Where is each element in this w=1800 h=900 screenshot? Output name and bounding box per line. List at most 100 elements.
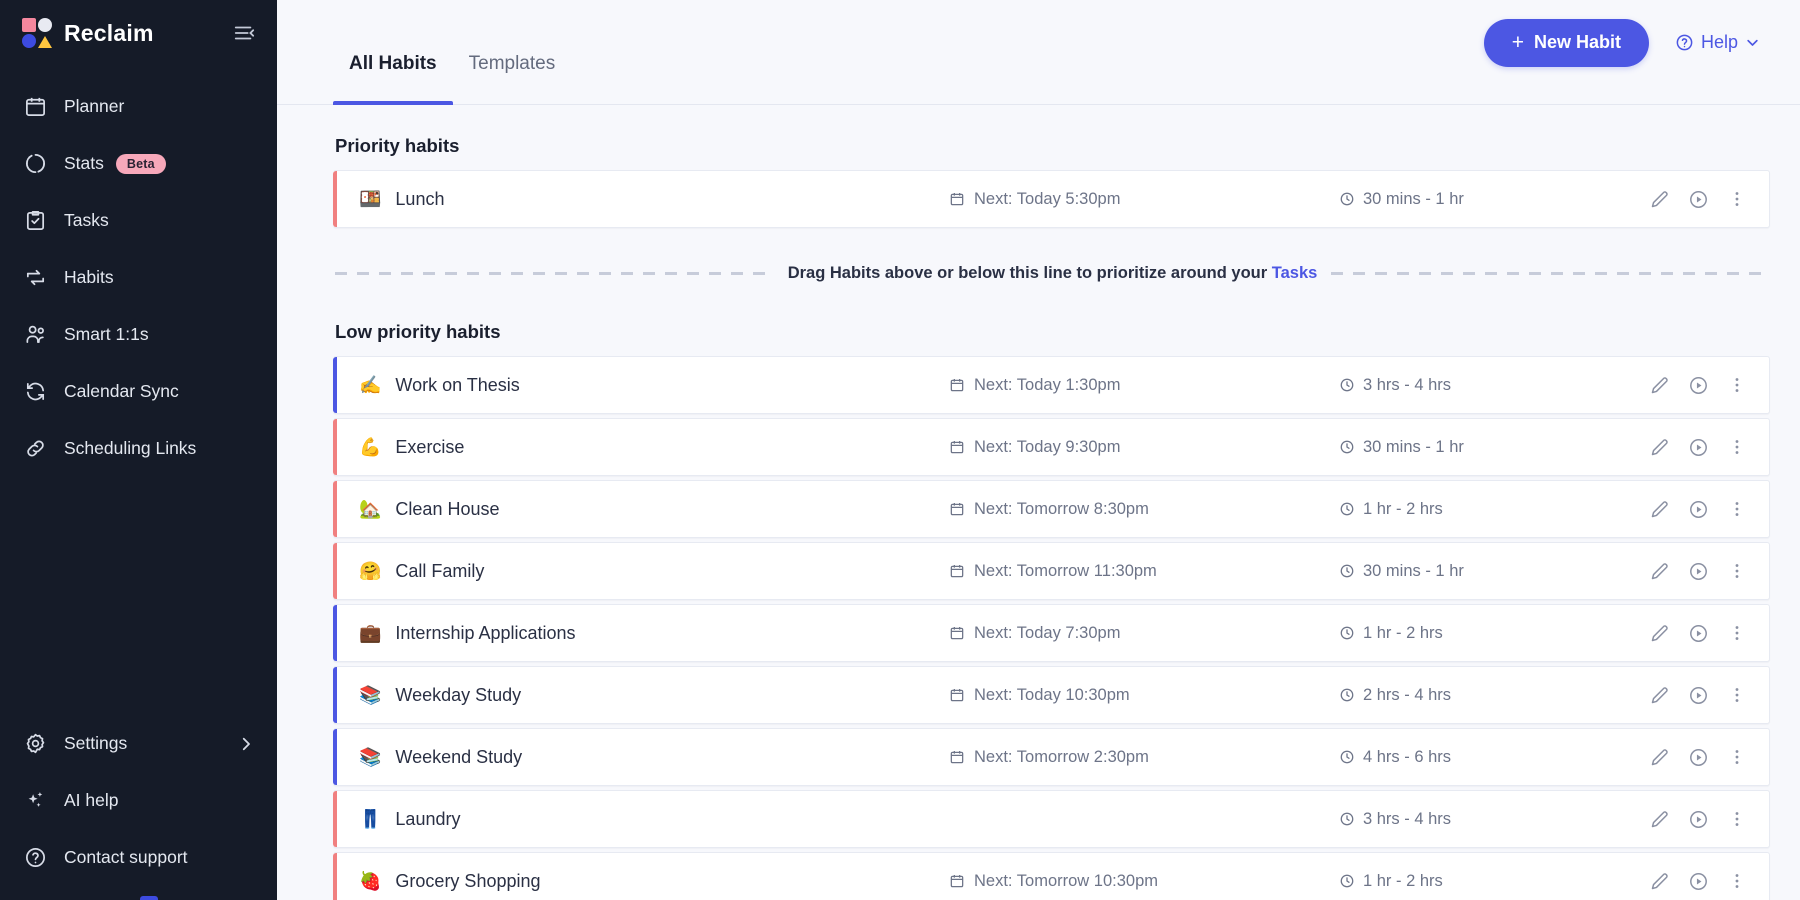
- sidebar-item-planner[interactable]: Planner: [0, 78, 277, 135]
- habit-row[interactable]: 🍓Grocery ShoppingNext: Tomorrow 10:30pm1…: [333, 852, 1770, 900]
- pencil-icon[interactable]: [1649, 809, 1670, 830]
- clock-icon: [1339, 191, 1355, 207]
- habit-next-text: Next: Today 10:30pm: [974, 686, 1130, 705]
- habit-name-cell: 📚Weekday Study: [337, 685, 949, 706]
- play-circle-icon[interactable]: [1688, 809, 1709, 830]
- pencil-icon[interactable]: [1649, 375, 1670, 396]
- clock-icon: [1339, 377, 1355, 393]
- pencil-icon[interactable]: [1649, 623, 1670, 644]
- sidebar-item-settings[interactable]: Settings: [0, 715, 277, 772]
- divider-tasks-link[interactable]: Tasks: [1272, 264, 1318, 282]
- habit-next-cell: Next: Today 9:30pm: [949, 438, 1339, 457]
- calendar-icon: [949, 873, 965, 889]
- habit-name-cell: 🍓Grocery Shopping: [337, 871, 949, 892]
- sidebar-item-stats[interactable]: Stats Beta: [0, 135, 277, 192]
- play-circle-icon[interactable]: [1688, 561, 1709, 582]
- habit-title: Exercise: [395, 437, 464, 458]
- new-habit-label: New Habit: [1534, 32, 1621, 53]
- sidebar-item-calendar-sync[interactable]: Calendar Sync: [0, 363, 277, 420]
- low-priority-section-title: Low priority habits: [335, 321, 1770, 343]
- calendar-icon: [949, 749, 965, 765]
- play-circle-icon[interactable]: [1688, 499, 1709, 520]
- habit-name-cell: 🍱Lunch: [337, 189, 949, 210]
- pencil-icon[interactable]: [1649, 561, 1670, 582]
- habit-title: Laundry: [395, 809, 460, 830]
- habit-row-actions: [1649, 623, 1769, 644]
- collapse-sidebar-icon[interactable]: [233, 22, 255, 44]
- pencil-icon[interactable]: [1649, 437, 1670, 458]
- calendar-icon: [949, 563, 965, 579]
- sidebar-item-label: Planner: [64, 96, 124, 117]
- habit-row[interactable]: 🍱LunchNext: Today 5:30pm30 mins - 1 hr: [333, 170, 1770, 228]
- habit-emoji-icon: 📚: [359, 748, 381, 766]
- question-circle-icon: [22, 845, 48, 871]
- more-vertical-icon[interactable]: [1727, 747, 1747, 767]
- habit-title: Call Family: [395, 561, 484, 582]
- habit-duration-cell: 1 hr - 2 hrs: [1339, 500, 1577, 519]
- habit-row[interactable]: 🏡Clean HouseNext: Tomorrow 8:30pm1 hr - …: [333, 480, 1770, 538]
- habit-duration-cell: 4 hrs - 6 hrs: [1339, 748, 1577, 767]
- habit-row-actions: [1649, 437, 1769, 458]
- habit-duration-cell: 3 hrs - 4 hrs: [1339, 810, 1577, 829]
- more-vertical-icon[interactable]: [1727, 375, 1747, 395]
- sync-icon: [22, 379, 48, 405]
- pencil-icon[interactable]: [1649, 499, 1670, 520]
- new-habit-button[interactable]: + New Habit: [1484, 19, 1649, 67]
- brand: Reclaim: [0, 4, 277, 62]
- more-vertical-icon[interactable]: [1727, 437, 1747, 457]
- more-vertical-icon[interactable]: [1727, 623, 1747, 643]
- tab-templates[interactable]: Templates: [453, 53, 572, 105]
- habit-emoji-icon: 🤗: [359, 562, 381, 580]
- clipboard-check-icon: [22, 208, 48, 234]
- sidebar-item-label: Habits: [64, 267, 114, 288]
- habit-row[interactable]: 🤗Call FamilyNext: Tomorrow 11:30pm30 min…: [333, 542, 1770, 600]
- sidebar-item-contact-support[interactable]: Contact support: [0, 829, 277, 886]
- play-circle-icon[interactable]: [1688, 871, 1709, 892]
- habit-emoji-icon: 🍱: [359, 190, 381, 208]
- habit-row[interactable]: 👖Laundry3 hrs - 4 hrs: [333, 790, 1770, 848]
- more-vertical-icon[interactable]: [1727, 499, 1747, 519]
- brand-name: Reclaim: [64, 20, 233, 47]
- topbar-actions: + New Habit Help: [1484, 0, 1760, 105]
- help-button[interactable]: Help: [1675, 32, 1760, 53]
- priority-habits-list: 🍱LunchNext: Today 5:30pm30 mins - 1 hr: [333, 170, 1770, 228]
- sidebar-item-smart-1-1s[interactable]: Smart 1:1s: [0, 306, 277, 363]
- more-vertical-icon[interactable]: [1727, 561, 1747, 581]
- pencil-icon[interactable]: [1649, 871, 1670, 892]
- habit-name-cell: ✍️Work on Thesis: [337, 375, 949, 396]
- sidebar-item-ai-help[interactable]: AI help: [0, 772, 277, 829]
- habit-next-text: Next: Tomorrow 10:30pm: [974, 872, 1158, 891]
- divider-text: Drag Habits above or below this line to …: [788, 264, 1318, 283]
- sidebar-item-label: Settings: [64, 733, 127, 754]
- habit-row[interactable]: 💼Internship ApplicationsNext: Today 7:30…: [333, 604, 1770, 662]
- play-circle-icon[interactable]: [1688, 375, 1709, 396]
- habit-row-actions: [1649, 499, 1769, 520]
- sidebar-item-tasks[interactable]: Tasks: [0, 192, 277, 249]
- tab-all-habits[interactable]: All Habits: [333, 53, 453, 105]
- play-circle-icon[interactable]: [1688, 189, 1709, 210]
- habit-row-actions: [1649, 375, 1769, 396]
- play-circle-icon[interactable]: [1688, 685, 1709, 706]
- pencil-icon[interactable]: [1649, 189, 1670, 210]
- pencil-icon[interactable]: [1649, 747, 1670, 768]
- habit-row[interactable]: 📚Weekend StudyNext: Tomorrow 2:30pm4 hrs…: [333, 728, 1770, 786]
- sidebar-item-habits[interactable]: Habits: [0, 249, 277, 306]
- play-circle-icon[interactable]: [1688, 623, 1709, 644]
- habit-title: Clean House: [395, 499, 499, 520]
- more-vertical-icon[interactable]: [1727, 809, 1747, 829]
- more-vertical-icon[interactable]: [1727, 685, 1747, 705]
- more-vertical-icon[interactable]: [1727, 871, 1747, 891]
- more-vertical-icon[interactable]: [1727, 189, 1747, 209]
- play-circle-icon[interactable]: [1688, 437, 1709, 458]
- habit-row[interactable]: 💪ExerciseNext: Today 9:30pm30 mins - 1 h…: [333, 418, 1770, 476]
- sidebar-item-label: Scheduling Links: [64, 438, 196, 459]
- habit-row-actions: [1649, 747, 1769, 768]
- sidebar: Reclaim Planner: [0, 0, 277, 900]
- habit-row[interactable]: 📚Weekday StudyNext: Today 10:30pm2 hrs -…: [333, 666, 1770, 724]
- habit-row[interactable]: ✍️Work on ThesisNext: Today 1:30pm3 hrs …: [333, 356, 1770, 414]
- pencil-icon[interactable]: [1649, 685, 1670, 706]
- play-circle-icon[interactable]: [1688, 747, 1709, 768]
- priority-divider: Drag Habits above or below this line to …: [335, 264, 1770, 283]
- sidebar-item-scheduling-links[interactable]: Scheduling Links: [0, 420, 277, 477]
- habit-next-text: Next: Tomorrow 11:30pm: [974, 562, 1157, 581]
